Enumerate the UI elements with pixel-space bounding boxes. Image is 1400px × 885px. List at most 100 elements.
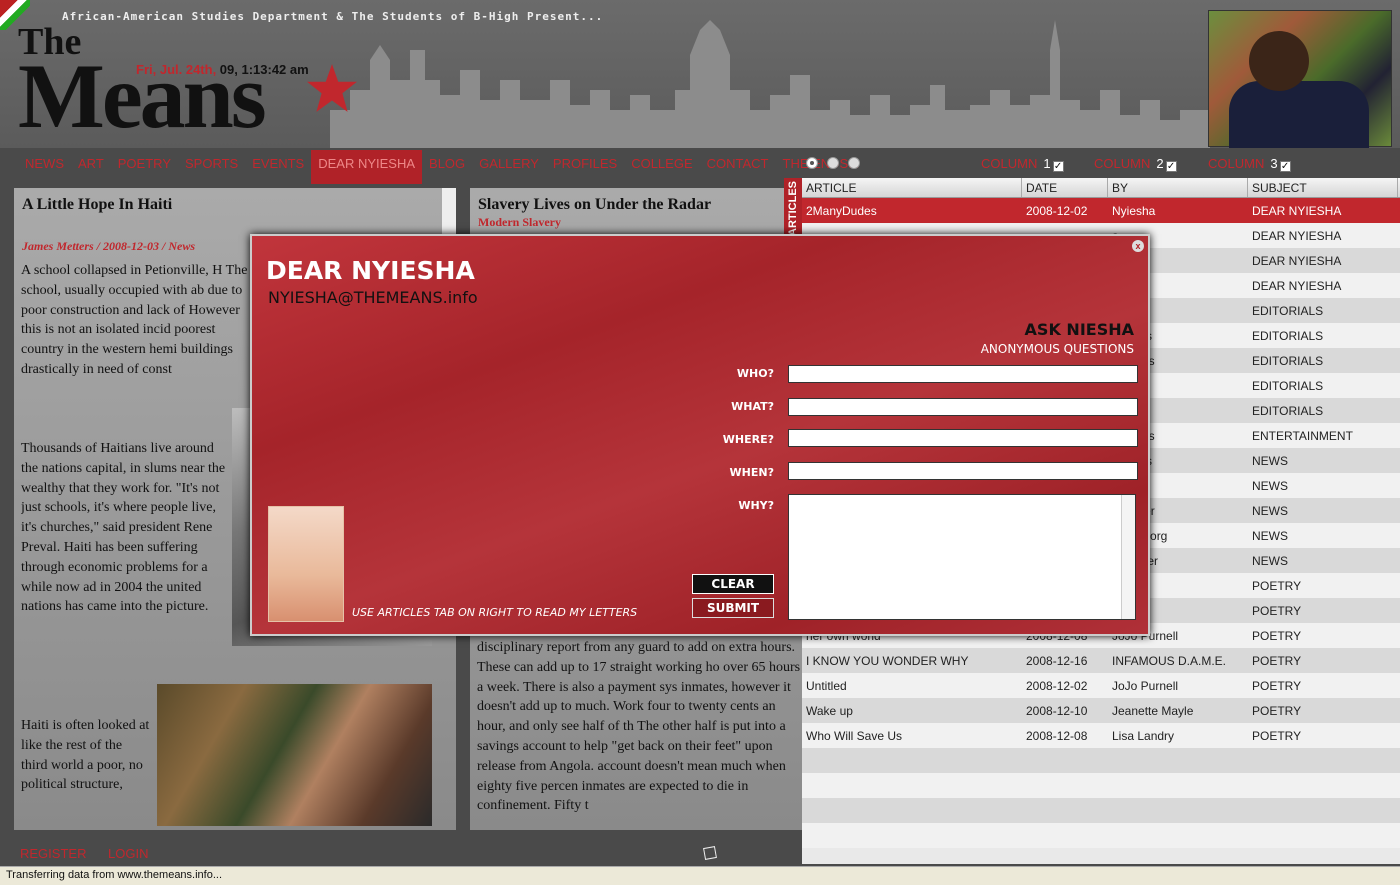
articles-tab[interactable]: ARTICLES: [784, 178, 802, 240]
header-subject[interactable]: SUBJECT: [1248, 178, 1398, 197]
checkbox-icon[interactable]: ✓: [1279, 161, 1291, 172]
city-skyline: [330, 20, 1210, 148]
cell-article: 2ManyDudes: [806, 203, 877, 218]
who-input[interactable]: [788, 365, 1138, 383]
cell-subject: POETRY: [1252, 628, 1302, 643]
submit-button[interactable]: SUBMIT: [692, 598, 774, 618]
header-by[interactable]: BY: [1108, 178, 1248, 197]
cell-subject: NEWS: [1252, 453, 1288, 468]
cell-date: 2008-12-02: [1026, 678, 1088, 693]
main-nav: NEWS ART POETRY SPORTS EVENTS DEAR NYIES…: [18, 150, 866, 184]
woman-at-desk-illustration: [268, 506, 344, 622]
table-row[interactable]: [802, 773, 1400, 798]
cell-subject: POETRY: [1252, 678, 1302, 693]
cell-subject: POETRY: [1252, 653, 1302, 668]
table-row[interactable]: Who Will Save Us 2008-12-08 Lisa Landry POE…: [802, 723, 1400, 748]
cell-article: Wake up: [806, 703, 853, 718]
article-subtitle: Modern Slavery: [478, 215, 561, 229]
register-link[interactable]: REGISTER: [20, 846, 86, 861]
ask-heading: ASK NIESHA: [1024, 320, 1134, 339]
square-icon[interactable]: [703, 846, 717, 860]
checkbox-icon[interactable]: ✓: [1165, 161, 1177, 172]
modal-email[interactable]: NYIESHA@THEMEANS.info: [268, 288, 478, 307]
table-row[interactable]: Untitled 2008-12-02 JoJo Purnell POETRY: [802, 673, 1400, 698]
nav-events[interactable]: EVENTS: [245, 150, 311, 184]
article-text-3: Haiti is often looked at like the rest o…: [21, 718, 150, 793]
cell-subject: NEWS: [1252, 503, 1288, 518]
column-3-toggle[interactable]: COLUMN 3 ✓: [1208, 156, 1291, 172]
status-bar: Transferring data from www.themeans.info…: [0, 866, 1400, 885]
table-row[interactable]: 2ManyDudes 2008-12-02 Nyiesha DEAR NYIESHA: [802, 198, 1400, 223]
checkbox-icon[interactable]: ✓: [1052, 161, 1064, 172]
label-what: WHAT?: [731, 400, 774, 413]
where-input[interactable]: [788, 429, 1138, 447]
column-1-toggle[interactable]: COLUMN 1 ✓: [981, 156, 1064, 172]
cell-article: Untitled: [806, 678, 847, 693]
nav-contact[interactable]: CONTACT: [700, 150, 776, 184]
nav-college[interactable]: COLLEGE: [624, 150, 699, 184]
nav-news[interactable]: NEWS: [18, 150, 71, 184]
slide-dots: [806, 157, 860, 169]
cell-by: Nyiesha: [1112, 203, 1156, 218]
cell-subject: EDITORIALS: [1252, 403, 1324, 418]
scrollbar[interactable]: [442, 188, 456, 238]
cell-by: Jeanette Mayle: [1112, 703, 1194, 718]
cell-date: 2008-12-16: [1026, 653, 1088, 668]
haiti-rescue-photo: [157, 684, 432, 826]
cell-subject: EDITORIALS: [1252, 353, 1324, 368]
article-text: disciplinary report from any guard to ad…: [477, 640, 801, 814]
nav-poetry[interactable]: POETRY: [111, 150, 178, 184]
modal-hint: USE ARTICLES TAB ON RIGHT TO READ MY LET…: [352, 606, 638, 619]
when-input[interactable]: [788, 462, 1138, 480]
modal-title: DEAR NYIESHA: [266, 256, 475, 285]
header-article[interactable]: ARTICLE: [802, 178, 1022, 197]
nav-dear-nyiesha[interactable]: DEAR NYIESHA: [311, 150, 423, 184]
cell-subject: DEAR NYIESHA: [1252, 203, 1342, 218]
header-date[interactable]: DATE: [1022, 178, 1108, 197]
close-icon[interactable]: x: [1132, 240, 1144, 252]
textarea-scrollbar[interactable]: [1121, 495, 1135, 619]
clear-button[interactable]: CLEAR: [692, 574, 774, 594]
label-where: WHERE?: [722, 433, 774, 446]
cell-date: 2008-12-10: [1026, 703, 1088, 718]
nav-profiles[interactable]: PROFILES: [546, 150, 624, 184]
what-input[interactable]: [788, 398, 1138, 416]
cell-date: 2008-12-02: [1026, 203, 1088, 218]
cell-subject: POETRY: [1252, 728, 1302, 743]
table-row[interactable]: [802, 798, 1400, 823]
login-link[interactable]: LOGIN: [108, 846, 148, 861]
cell-subject: POETRY: [1252, 578, 1302, 593]
table-row[interactable]: [802, 748, 1400, 773]
cell-article: Who Will Save Us: [806, 728, 903, 743]
anonymous-subheading: ANONYMOUS QUESTIONS: [980, 342, 1134, 356]
cell-subject: DEAR NYIESHA: [1252, 278, 1342, 293]
slide-dot-2[interactable]: [827, 157, 839, 169]
slide-dot-3[interactable]: [848, 157, 860, 169]
slide-dot-1[interactable]: [806, 157, 818, 169]
cell-article: I KNOW YOU WONDER WHY: [806, 653, 969, 668]
cell-date: 2008-12-08: [1026, 728, 1088, 743]
cell-subject: EDITORIALS: [1252, 328, 1324, 343]
table-row[interactable]: I KNOW YOU WONDER WHY 2008-12-16 INFAMOUS …: [802, 648, 1400, 673]
article-text-2: Thousands of Haitians live around the na…: [21, 441, 226, 615]
nav-gallery[interactable]: GALLERY: [472, 150, 546, 184]
nav-sports[interactable]: SPORTS: [178, 150, 245, 184]
cell-subject: NEWS: [1252, 478, 1288, 493]
why-textarea[interactable]: [788, 494, 1136, 620]
cell-by: INFAMOUS D.A.M.E.: [1112, 653, 1227, 668]
nav-art[interactable]: ART: [71, 150, 111, 184]
table-row[interactable]: Wake up 2008-12-10 Jeanette Mayle POETRY: [802, 698, 1400, 723]
cell-subject: EDITORIALS: [1252, 378, 1324, 393]
cell-subject: DEAR NYIESHA: [1252, 253, 1342, 268]
dear-nyiesha-modal: x DEAR NYIESHA NYIESHA@THEMEANS.info ASK…: [250, 234, 1150, 636]
red-star-icon: [307, 64, 357, 112]
date-time: Fri, Jul. 24th, 09, 1:13:42 am: [136, 62, 309, 77]
article-text-1: A school collapsed in Petionville, H The…: [21, 263, 248, 377]
nav-blog[interactable]: BLOG: [422, 150, 472, 184]
table-row[interactable]: [802, 823, 1400, 848]
header: African-American Studies Department & Th…: [0, 0, 1400, 148]
article-byline[interactable]: James Metters / 2008-12-03 / News: [22, 239, 195, 254]
column-2-toggle[interactable]: COLUMN 2 ✓: [1094, 156, 1177, 172]
date-rest: 09, 1:13:42 am: [216, 62, 309, 77]
cell-by: Lisa Landry: [1112, 728, 1175, 743]
